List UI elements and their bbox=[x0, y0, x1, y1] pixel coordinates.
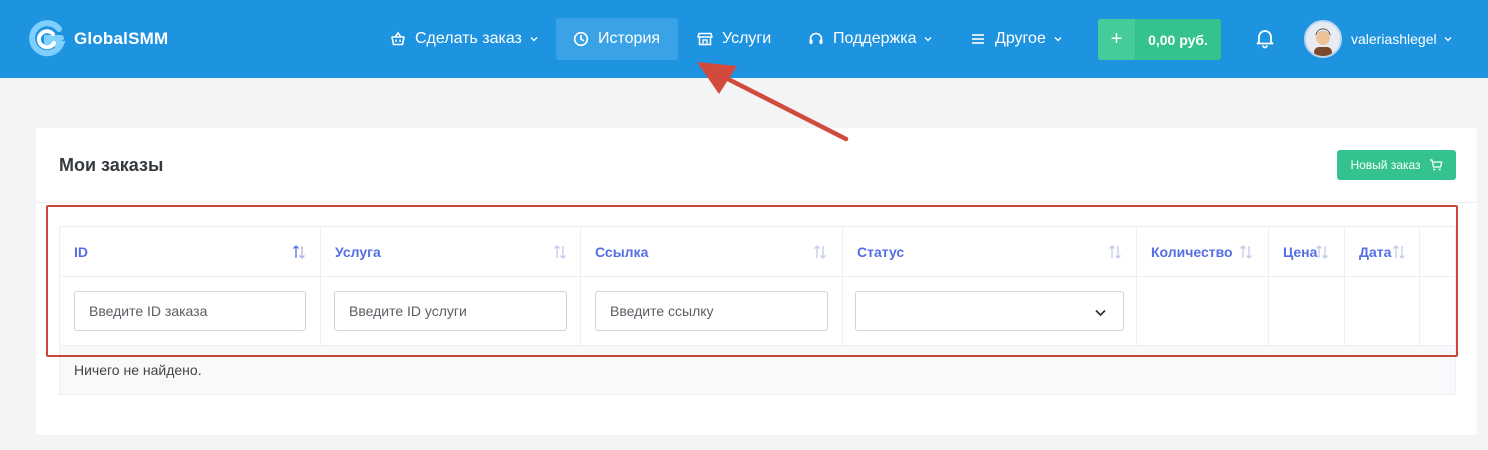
column-header-label: Статус bbox=[857, 243, 905, 260]
menu-icon bbox=[972, 34, 984, 44]
nav-history-label: История bbox=[598, 30, 661, 47]
user-menu[interactable]: valeriashlegel bbox=[1351, 18, 1453, 60]
headset-icon bbox=[809, 32, 823, 44]
basket-icon bbox=[391, 31, 405, 46]
nav-make-order-label: Сделать заказ bbox=[415, 30, 522, 47]
column-status: Статус bbox=[843, 227, 1137, 346]
username: valeriashlegel bbox=[1351, 31, 1437, 47]
column-header-id[interactable]: ID bbox=[60, 227, 320, 277]
column-header-label: Дата bbox=[1359, 243, 1392, 260]
orders-table: ID Услуга Ссылка Статус Количество Цена … bbox=[59, 226, 1456, 346]
column-header-label: Цена bbox=[1283, 243, 1318, 260]
chevron-down-icon bbox=[925, 37, 932, 42]
column-link: Ссылка bbox=[581, 227, 843, 346]
sort-icon[interactable] bbox=[1239, 244, 1253, 260]
nav-support[interactable]: Поддержка bbox=[808, 18, 933, 60]
column-header-actions bbox=[1420, 227, 1456, 277]
nav-services-label: Услуги bbox=[722, 30, 772, 47]
column-header-label: ID bbox=[74, 243, 88, 260]
column-actions bbox=[1420, 227, 1456, 346]
column-price: Цена bbox=[1269, 227, 1345, 346]
chevron-down-icon bbox=[530, 37, 538, 42]
nav-services[interactable]: Услуги bbox=[697, 18, 771, 60]
link-filter-input[interactable] bbox=[595, 291, 828, 331]
nav-make-order[interactable]: Сделать заказ bbox=[390, 18, 539, 60]
column-header-label: Услуга bbox=[335, 243, 381, 260]
column-id: ID bbox=[60, 227, 321, 346]
sort-icon[interactable] bbox=[553, 244, 567, 260]
chevron-down-icon bbox=[1095, 309, 1106, 317]
avatar-image bbox=[1306, 22, 1340, 56]
new-order-label: Новый заказ bbox=[1350, 158, 1421, 172]
store-icon bbox=[697, 32, 713, 46]
column-header-label: Ссылка bbox=[595, 243, 649, 260]
new-order-button[interactable]: Новый заказ bbox=[1337, 150, 1456, 180]
logo-icon bbox=[29, 20, 66, 57]
card-divider bbox=[36, 202, 1477, 203]
sort-icon[interactable] bbox=[1108, 244, 1122, 260]
column-header-price[interactable]: Цена bbox=[1269, 227, 1344, 277]
chevron-down-icon bbox=[1054, 37, 1062, 42]
nav-other[interactable]: Другое bbox=[970, 18, 1063, 60]
column-header-date[interactable]: Дата bbox=[1345, 227, 1419, 277]
nav-other-label: Другое bbox=[995, 30, 1046, 47]
column-service: Услуга bbox=[321, 227, 581, 346]
avatar[interactable] bbox=[1304, 20, 1342, 58]
sort-icon[interactable] bbox=[1392, 244, 1406, 260]
column-header-status[interactable]: Статус bbox=[843, 227, 1136, 277]
column-header-label: Количество bbox=[1151, 243, 1233, 260]
add-funds-button[interactable]: + bbox=[1098, 19, 1135, 60]
nav-support-label: Поддержка bbox=[833, 30, 917, 47]
cart-icon bbox=[1429, 159, 1442, 171]
sort-icon[interactable] bbox=[1315, 244, 1329, 260]
column-header-link[interactable]: Ссылка bbox=[581, 227, 842, 277]
status-filter-select[interactable] bbox=[855, 291, 1124, 331]
service-id-filter-input[interactable] bbox=[334, 291, 567, 331]
clock-icon bbox=[573, 31, 589, 47]
empty-state-row: Ничего не найдено. bbox=[59, 345, 1456, 395]
sort-icon[interactable] bbox=[813, 244, 827, 260]
brand-name: GlobalSMM bbox=[74, 29, 169, 48]
page-title: Мои заказы bbox=[59, 155, 164, 175]
bell-icon[interactable] bbox=[1254, 27, 1276, 49]
column-header-service[interactable]: Услуга bbox=[321, 227, 580, 277]
chevron-down-icon bbox=[1444, 37, 1452, 42]
sort-icon[interactable] bbox=[292, 244, 306, 260]
brand-logo[interactable]: GlobalSMM bbox=[28, 20, 168, 58]
nav-history[interactable]: История bbox=[556, 18, 678, 60]
balance-widget[interactable]: + 0,00 руб. bbox=[1098, 19, 1221, 60]
order-id-filter-input[interactable] bbox=[74, 291, 306, 331]
balance-amount: 0,00 руб. bbox=[1148, 31, 1208, 48]
top-navbar: GlobalSMM Сделать заказ История Услуги П… bbox=[0, 0, 1488, 78]
column-date: Дата bbox=[1345, 227, 1420, 346]
column-quantity: Количество bbox=[1137, 227, 1269, 346]
